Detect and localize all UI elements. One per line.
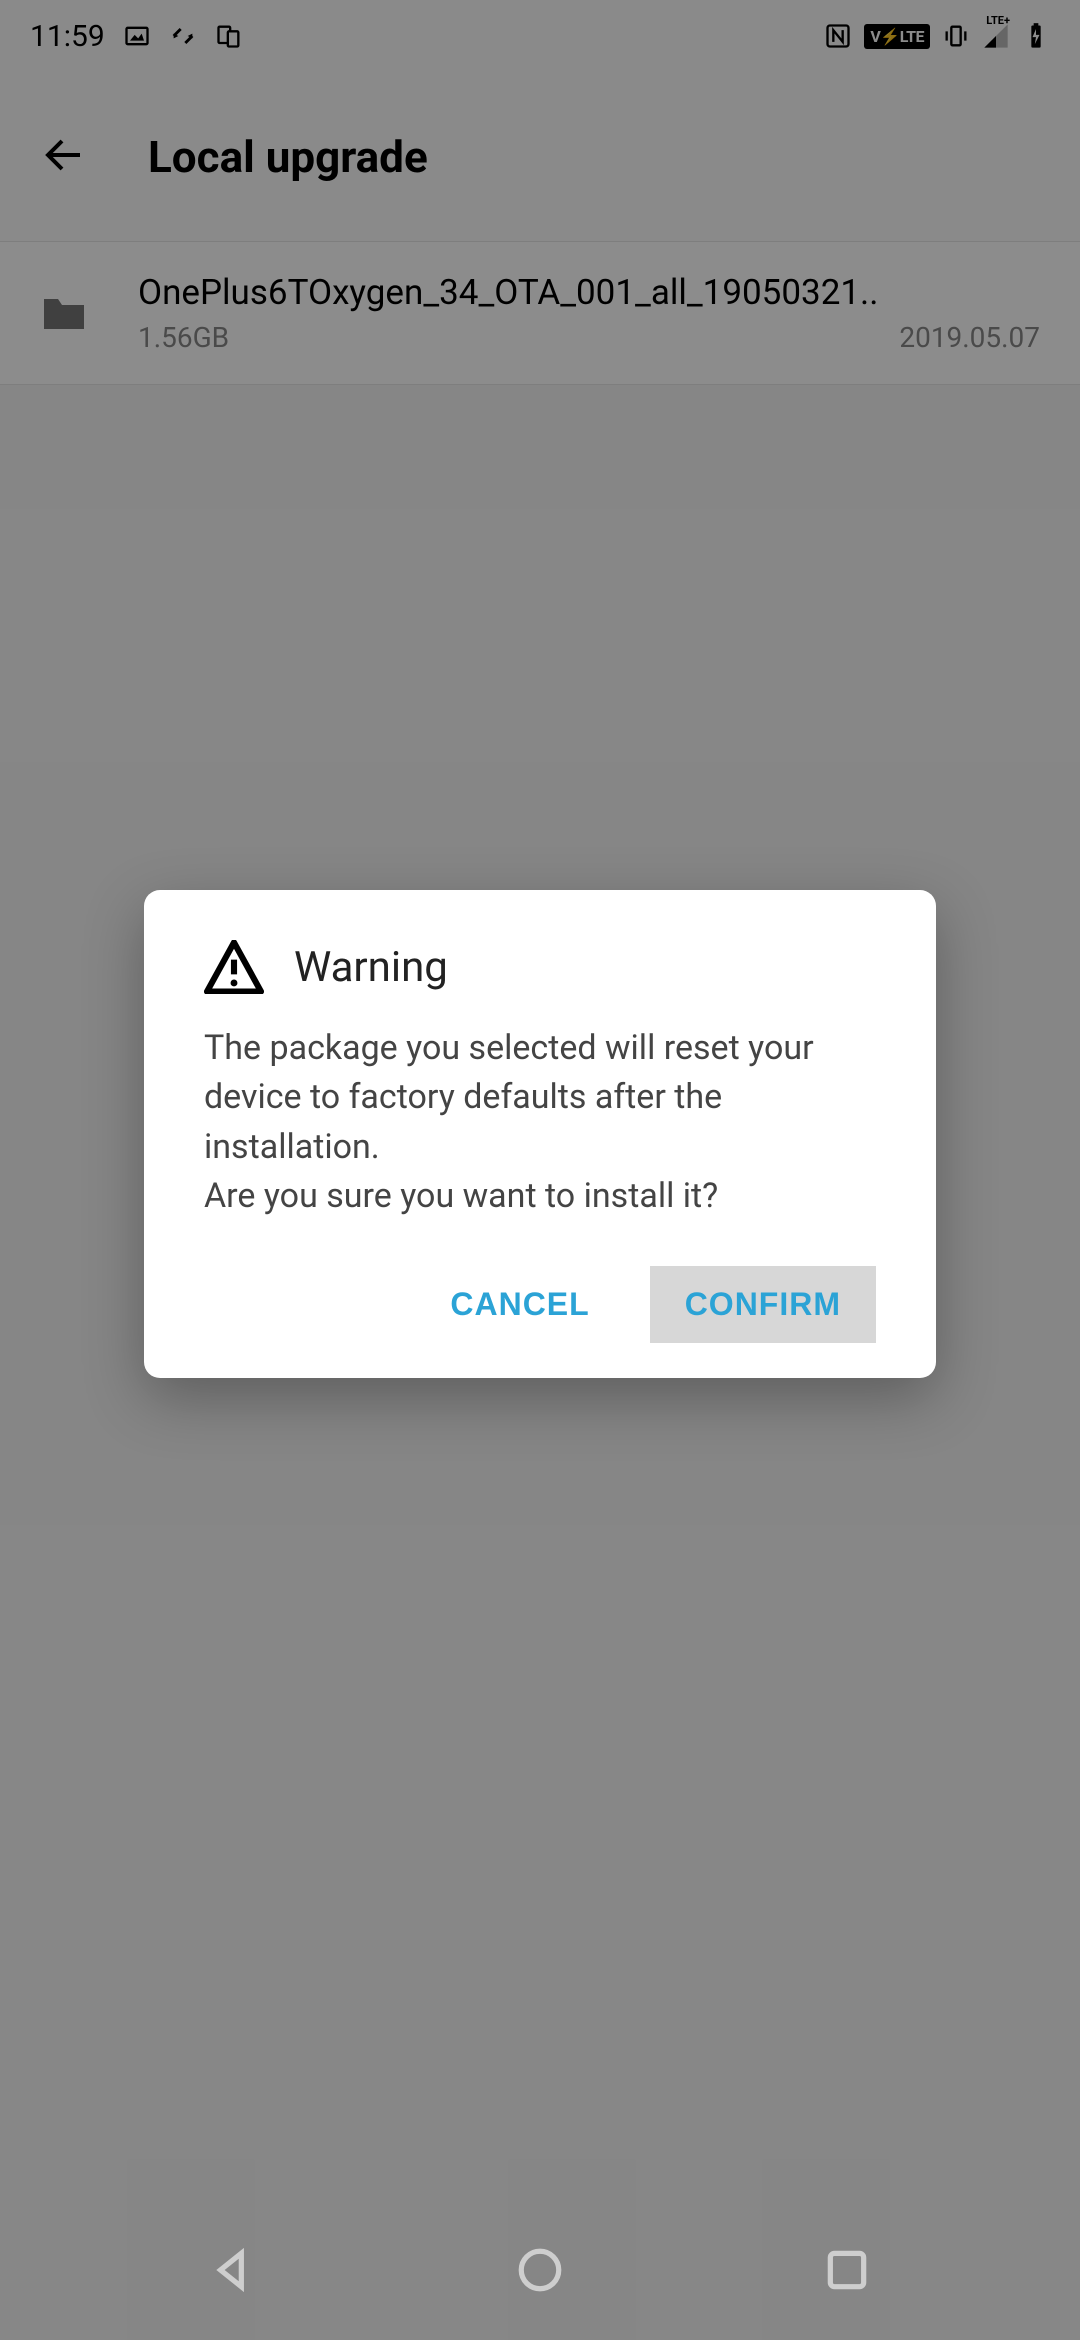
dialog-actions: CANCEL CONFIRM <box>204 1266 876 1343</box>
confirm-button[interactable]: CONFIRM <box>650 1266 876 1343</box>
dialog-message: The package you selected will reset your… <box>204 1024 876 1221</box>
nav-back-button[interactable] <box>208 2245 258 2295</box>
dialog-title: Warning <box>294 943 448 992</box>
nav-home-button[interactable] <box>515 2245 565 2295</box>
warning-dialog: Warning The package you selected will re… <box>144 890 936 1378</box>
navigation-bar <box>0 2200 1080 2340</box>
cancel-button[interactable]: CANCEL <box>415 1266 624 1343</box>
nav-recent-button[interactable] <box>822 2245 872 2295</box>
warning-icon <box>204 940 264 994</box>
dialog-header: Warning <box>204 940 876 994</box>
